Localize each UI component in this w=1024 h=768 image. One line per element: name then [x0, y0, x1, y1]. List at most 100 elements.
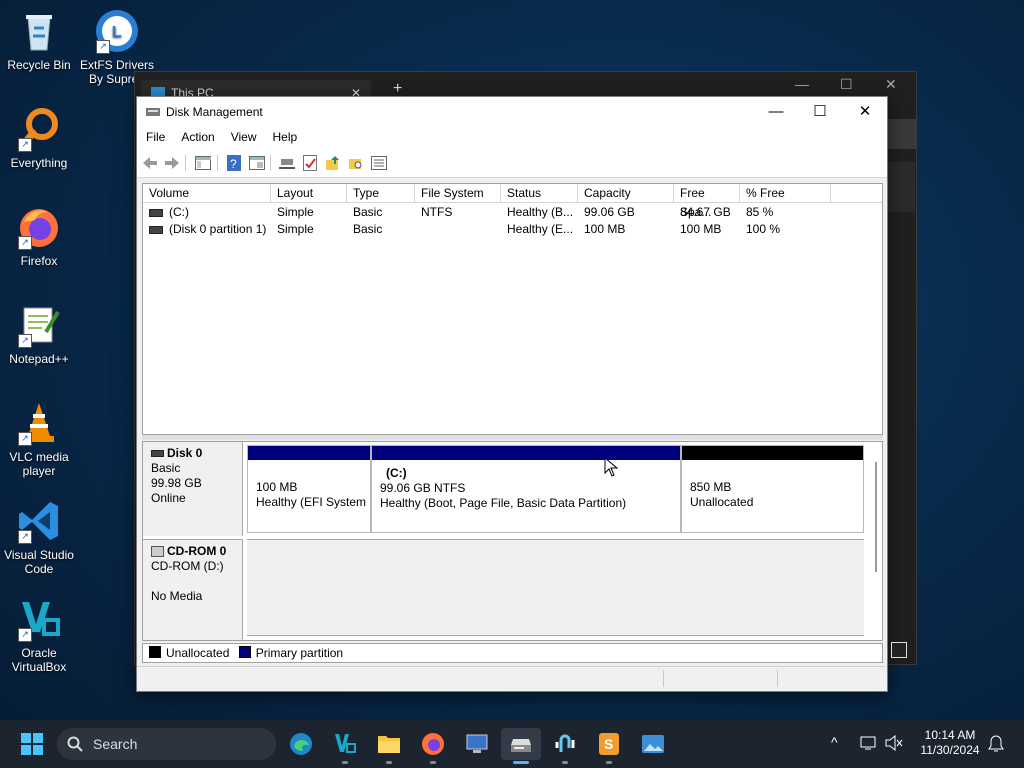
disk-management-icon	[511, 739, 531, 752]
minimize-button[interactable]: —	[753, 97, 799, 127]
volume-drive-icon	[149, 208, 163, 217]
clock[interactable]: 10:14 AM 11/30/2024	[910, 728, 990, 758]
disk-size: 99.98 GB	[151, 476, 202, 490]
show-hidden-icons-icon[interactable]: ^	[831, 734, 838, 750]
forward-icon[interactable]	[163, 154, 181, 172]
partition-efi[interactable]: 100 MB Healthy (EFI System	[247, 445, 371, 533]
connect-icon[interactable]	[278, 154, 296, 172]
volume-drive-icon	[149, 225, 163, 234]
col-header-layout[interactable]: Layout	[271, 184, 347, 203]
close-button[interactable]: ✕	[842, 97, 888, 127]
desktop-icon-everything[interactable]: ↗ Everything	[0, 106, 78, 170]
maximize-icon[interactable]: ☐	[840, 76, 853, 93]
taskbar-disk-management[interactable]	[501, 728, 541, 764]
disk-management-app-icon	[146, 108, 160, 116]
status-bar	[137, 666, 885, 691]
taskbar-search[interactable]: Search	[57, 728, 276, 760]
legend-swatch-unallocated	[149, 646, 161, 658]
partition-unallocated[interactable]: 850 MB Unallocated	[681, 445, 864, 533]
search-icon	[67, 736, 83, 752]
network-icon[interactable]	[860, 735, 878, 751]
desktop-icon-firefox[interactable]: ↗ Firefox	[0, 204, 78, 268]
properties-icon[interactable]	[248, 154, 266, 172]
show-hide-console-tree-icon[interactable]	[194, 154, 212, 172]
windows-logo-icon	[21, 733, 43, 755]
link-app-icon	[555, 734, 575, 752]
virtualbox-icon	[335, 734, 356, 753]
cell-free-space: 100 MB	[680, 222, 722, 236]
disk-graphical-view[interactable]: Disk 0 Basic 99.98 GB Online 100 MB Heal…	[142, 441, 883, 641]
col-header-file-system[interactable]: File System	[415, 184, 501, 203]
col-header-status[interactable]: Status	[501, 184, 578, 203]
desktop-icon-label: Everything	[10, 156, 68, 170]
disk-state: Online	[151, 491, 186, 505]
svg-text:L: L	[112, 24, 122, 41]
new-folder-up-icon[interactable]	[324, 154, 342, 172]
shortcut-arrow-icon: ↗	[18, 628, 32, 642]
taskbar-network-app[interactable]	[549, 728, 581, 764]
disk-management-window[interactable]: Disk Management — ☐ ✕ File Action View Help…	[136, 96, 888, 692]
cd-drive-icon	[151, 546, 164, 558]
desktop-icon-notepadpp[interactable]: ↗ Notepad++	[0, 302, 78, 366]
desktop-icon-virtualbox[interactable]: ↗ Oracle VirtualBox	[0, 596, 78, 674]
toolbar-separator	[270, 155, 271, 171]
help-icon[interactable]: ?	[225, 154, 243, 172]
maximize-button[interactable]: ☐	[797, 97, 843, 127]
running-indicator	[606, 761, 612, 764]
desktop-icon-label: Notepad++	[9, 352, 69, 366]
vertical-scrollbar[interactable]	[875, 462, 877, 572]
cell-volume: (C:)	[143, 204, 271, 221]
taskbar-virtualbox[interactable]	[329, 728, 361, 764]
taskbar-edge[interactable]	[285, 728, 317, 760]
menu-file[interactable]: File	[137, 127, 172, 144]
partition-text: 850 MB Unallocated	[690, 480, 754, 509]
taskbar-sublime[interactable]: S	[593, 728, 625, 764]
menu-action[interactable]: Action	[172, 127, 221, 144]
details-pane-toggle-icon[interactable]	[891, 642, 907, 658]
vlc-cone-icon: ↗	[16, 400, 62, 446]
col-header-capacity[interactable]: Capacity	[578, 184, 674, 203]
cell-type: Basic	[353, 205, 383, 219]
col-header-volume[interactable]: Volume	[143, 184, 271, 203]
taskbar-notepad[interactable]	[461, 728, 493, 760]
legend: Unallocated Primary partition	[142, 643, 883, 663]
running-indicator	[342, 761, 348, 764]
explorer-panel	[887, 162, 915, 212]
taskbar-file-explorer[interactable]	[373, 728, 405, 764]
col-header-free-space[interactable]: Free Spa...	[674, 184, 740, 219]
col-header-percent-free[interactable]: % Free	[740, 184, 831, 203]
running-indicator	[562, 761, 568, 764]
desktop-icon-recycle-bin[interactable]: Recycle Bin	[0, 8, 78, 72]
list-view-icon[interactable]	[370, 154, 388, 172]
desktop-icon-vlc[interactable]: ↗ VLC media player	[0, 400, 78, 478]
firefox-icon	[422, 733, 444, 755]
volume-list[interactable]: Volume Layout Type File System Status Ca…	[142, 183, 883, 435]
pane-splitter[interactable]	[142, 435, 883, 440]
start-button[interactable]	[16, 728, 48, 760]
partition-c[interactable]: (C:) 99.06 GB NTFS Healthy (Boot, Page F…	[371, 445, 681, 533]
explorer-search-box[interactable]	[887, 119, 917, 149]
cell-status: Healthy (B...	[507, 205, 574, 219]
desktop-icon-label: VLC media player	[9, 450, 69, 478]
disk-type: Basic	[151, 461, 181, 475]
close-icon[interactable]: ✕	[885, 76, 897, 93]
col-header-type[interactable]: Type	[347, 184, 415, 203]
cdrom-0-label[interactable]: CD-ROM 0 CD-ROM (D:) No Media	[143, 539, 243, 640]
desktop-icon-vscode[interactable]: ↗ Visual Studio Code	[0, 498, 78, 576]
folder-search-icon[interactable]	[347, 154, 365, 172]
disk-0-label[interactable]: Disk 0 Basic 99.98 GB Online	[143, 442, 243, 536]
status-segment	[777, 670, 778, 687]
menu-help[interactable]: Help	[264, 127, 305, 144]
window-title: Disk Management	[166, 105, 263, 119]
back-icon[interactable]	[141, 154, 159, 172]
taskbar-firefox[interactable]	[417, 728, 449, 764]
volume-muted-icon[interactable]	[885, 735, 903, 751]
legend-primary: Primary partition	[255, 646, 344, 660]
check-icon[interactable]	[301, 154, 319, 172]
title-bar[interactable]: Disk Management — ☐ ✕	[137, 97, 887, 127]
minimize-icon[interactable]: —	[795, 76, 809, 92]
taskbar-image-viewer[interactable]	[637, 728, 669, 760]
menu-view[interactable]: View	[222, 127, 264, 144]
notification-bell-icon[interactable]	[988, 735, 1004, 753]
monitor-app-icon	[466, 734, 488, 753]
